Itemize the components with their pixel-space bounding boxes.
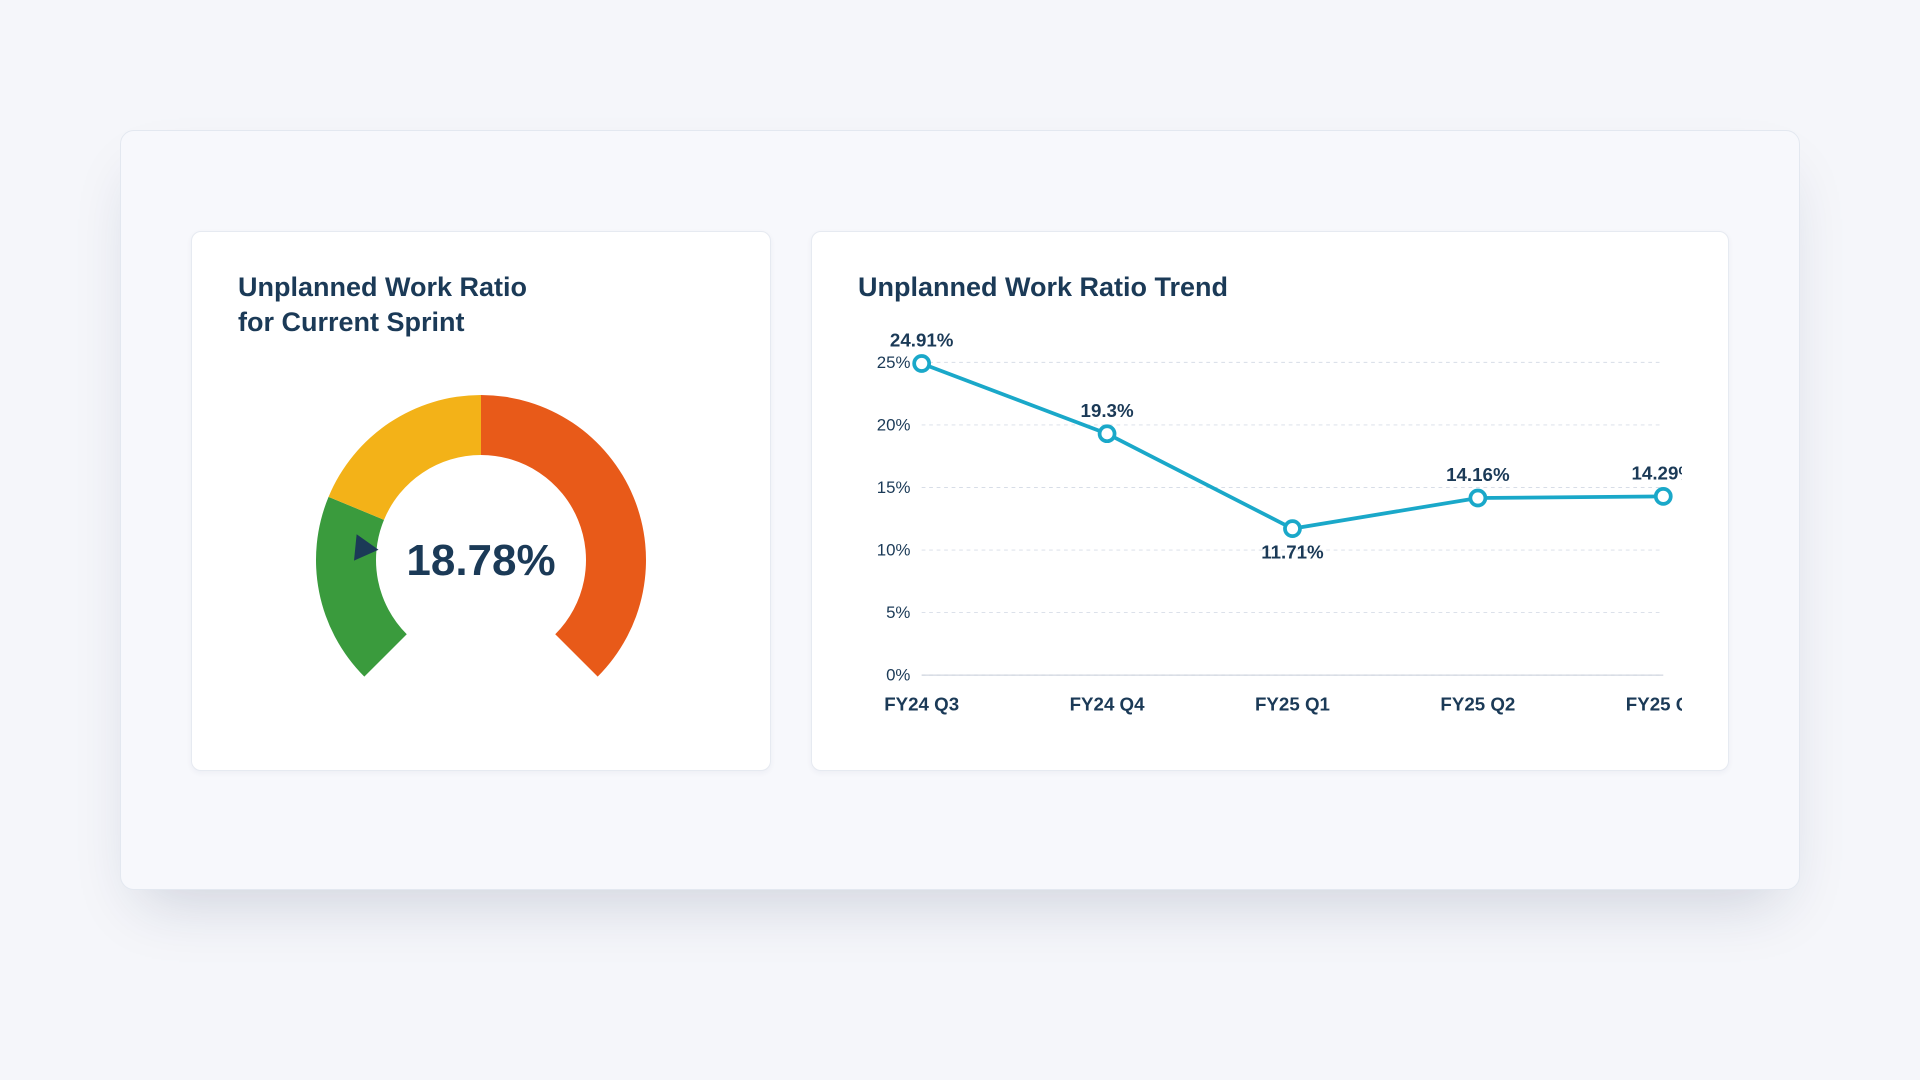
x-tick-label: FY25 Q1 bbox=[1255, 694, 1330, 715]
gauge-title-line1: Unplanned Work Ratio bbox=[238, 272, 527, 302]
x-tick-label: FY25 Q2 bbox=[1440, 694, 1515, 715]
trend-card: Unplanned Work Ratio Trend 0% 5% 10% 15% 20%… bbox=[811, 231, 1729, 771]
y-tick-label: 0% bbox=[886, 666, 910, 685]
gauge-title: Unplanned Work Ratio for Current Sprint bbox=[238, 270, 724, 340]
trend-svg: 0% 5% 10% 15% 20% 25% FY24 Q3 FY24 Q4 FY25 Q1 FY2… bbox=[858, 315, 1682, 745]
gauge-value-label: 18.78% bbox=[406, 536, 555, 585]
data-label: 14.29% bbox=[1632, 463, 1682, 484]
x-tick-label: FY24 Q3 bbox=[884, 694, 959, 715]
y-tick-label: 20% bbox=[877, 416, 911, 435]
gauge-card: Unplanned Work Ratio for Current Sprint … bbox=[191, 231, 771, 771]
gauge-chart: 18.78% bbox=[238, 350, 724, 710]
dashboard-panel: Unplanned Work Ratio for Current Sprint … bbox=[120, 130, 1800, 890]
trend-point bbox=[1100, 426, 1115, 441]
trend-series-line bbox=[922, 364, 1664, 529]
data-label: 24.91% bbox=[890, 330, 954, 351]
data-label: 19.3% bbox=[1081, 400, 1134, 421]
x-tick-label: FY25 Q3 bbox=[1626, 694, 1682, 715]
x-tick-label: FY24 Q4 bbox=[1070, 694, 1146, 715]
gauge-svg: 18.78% bbox=[266, 350, 696, 710]
data-label: 14.16% bbox=[1446, 464, 1510, 485]
gauge-zone bbox=[316, 497, 407, 677]
gauge-title-line2: for Current Sprint bbox=[238, 307, 465, 337]
trend-point bbox=[1470, 491, 1485, 506]
y-tick-label: 25% bbox=[877, 353, 911, 372]
data-label: 11.71% bbox=[1261, 542, 1324, 563]
y-tick-label: 15% bbox=[877, 478, 911, 497]
trend-point bbox=[1656, 489, 1671, 504]
y-tick-label: 5% bbox=[886, 603, 910, 622]
trend-point bbox=[1285, 521, 1300, 536]
gauge-zone bbox=[329, 395, 481, 520]
trend-point bbox=[914, 356, 929, 371]
y-tick-label: 10% bbox=[877, 541, 911, 560]
trend-title: Unplanned Work Ratio Trend bbox=[858, 270, 1682, 305]
